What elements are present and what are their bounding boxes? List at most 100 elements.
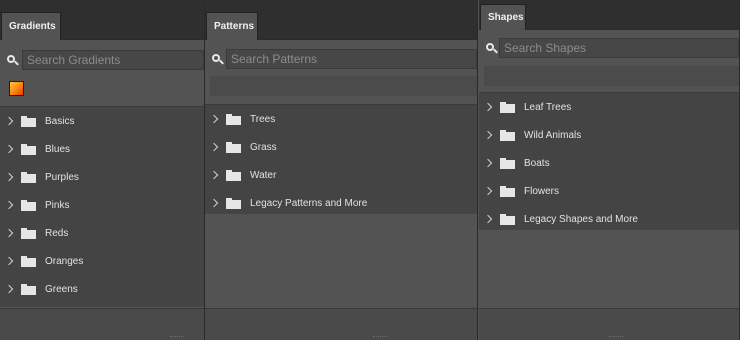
folder-label: Boats xyxy=(524,157,550,169)
folder-label: Legacy Shapes and More xyxy=(524,213,638,225)
chevron-right-icon[interactable] xyxy=(4,144,14,154)
folder-icon xyxy=(21,199,36,211)
folder-icon xyxy=(500,213,515,225)
chevron-right-icon[interactable] xyxy=(4,284,14,294)
list-item[interactable]: Oranges xyxy=(0,247,204,275)
folder-icon xyxy=(21,255,36,267)
gradients-footer xyxy=(0,308,204,340)
list-item[interactable]: Greens xyxy=(0,275,204,303)
shapes-tabbar: Shapes xyxy=(479,0,739,30)
list-item[interactable]: Legacy Patterns and More xyxy=(205,189,477,217)
gradients-tabbar: Gradients xyxy=(0,0,204,40)
patterns-preview-strip xyxy=(210,76,477,96)
folder-label: Basics xyxy=(45,115,75,127)
list-item[interactable]: Purples xyxy=(0,163,204,191)
list-item[interactable]: Leaf Trees xyxy=(479,93,739,121)
resize-grip[interactable] xyxy=(373,336,387,339)
folder-icon xyxy=(21,283,36,295)
folder-label: Greens xyxy=(45,283,78,295)
folder-icon xyxy=(500,185,515,197)
list-item[interactable]: Blues xyxy=(0,135,204,163)
search-gradients-input[interactable]: Search Gradients xyxy=(22,50,204,70)
folder-label: Water xyxy=(250,169,277,181)
resize-grip[interactable] xyxy=(609,336,623,339)
search-gradients-placeholder: Search Gradients xyxy=(27,53,121,67)
patterns-search-row: Search Patterns xyxy=(205,49,477,71)
gradients-folder-list: Basics Blues Purples Pinks Reds Oranges xyxy=(0,106,204,307)
folder-label: Grass xyxy=(250,141,277,153)
chevron-right-icon[interactable] xyxy=(483,158,493,168)
folder-icon xyxy=(21,143,36,155)
patterns-footer xyxy=(205,308,477,340)
patterns-preview-bar xyxy=(205,76,477,96)
search-shapes-input[interactable]: Search Shapes xyxy=(499,38,739,58)
gradients-panel: Gradients Search Gradients Basics Blues … xyxy=(0,0,205,340)
folder-icon xyxy=(226,169,241,181)
search-icon xyxy=(212,54,224,66)
folder-icon xyxy=(226,197,241,209)
chevron-right-icon[interactable] xyxy=(4,256,14,266)
folder-label: Leaf Trees xyxy=(524,101,572,113)
list-item[interactable]: Grass xyxy=(205,133,477,161)
chevron-right-icon[interactable] xyxy=(209,142,219,152)
folder-icon xyxy=(500,129,515,141)
gradient-preview-swatch[interactable] xyxy=(9,81,24,96)
folder-label: Legacy Patterns and More xyxy=(250,197,368,209)
folder-icon xyxy=(21,171,36,183)
chevron-right-icon[interactable] xyxy=(4,228,14,238)
search-shapes-placeholder: Search Shapes xyxy=(504,41,587,55)
resize-grip[interactable] xyxy=(170,336,184,339)
chevron-right-icon[interactable] xyxy=(483,186,493,196)
chevron-right-icon[interactable] xyxy=(209,170,219,180)
list-item[interactable]: Flowers xyxy=(479,177,739,205)
tab-gradients-label: Gradients xyxy=(9,21,56,32)
chevron-right-icon[interactable] xyxy=(483,102,493,112)
chevron-right-icon[interactable] xyxy=(4,200,14,210)
patterns-tabbar: Patterns xyxy=(205,0,477,40)
tab-patterns[interactable]: Patterns xyxy=(206,12,258,40)
list-item[interactable]: Trees xyxy=(205,105,477,133)
shapes-folder-list: Leaf Trees Wild Animals Boats Flowers Le… xyxy=(479,92,739,230)
shapes-preview-bar xyxy=(479,66,739,86)
tab-patterns-label: Patterns xyxy=(214,21,255,32)
list-item[interactable]: Reds xyxy=(0,219,204,247)
folder-label: Oranges xyxy=(45,255,84,267)
folder-label: Trees xyxy=(250,113,276,125)
gradients-search-row: Search Gradients xyxy=(0,50,204,72)
list-item[interactable]: Boats xyxy=(479,149,739,177)
list-item[interactable]: Pinks xyxy=(0,191,204,219)
shapes-panel: Shapes Search Shapes Leaf Trees Wild Ani… xyxy=(479,0,740,340)
folder-label: Wild Animals xyxy=(524,129,582,141)
chevron-right-icon[interactable] xyxy=(4,116,14,126)
folder-label: Blues xyxy=(45,143,71,155)
shapes-search-row: Search Shapes xyxy=(479,38,739,60)
chevron-right-icon[interactable] xyxy=(483,214,493,224)
chevron-right-icon[interactable] xyxy=(4,172,14,182)
folder-label: Flowers xyxy=(524,185,560,197)
list-item[interactable]: Basics xyxy=(0,107,204,135)
folder-icon xyxy=(226,113,241,125)
search-patterns-placeholder: Search Patterns xyxy=(231,52,318,66)
chevron-right-icon[interactable] xyxy=(209,114,219,124)
folder-label: Purples xyxy=(45,171,79,183)
tab-gradients[interactable]: Gradients xyxy=(1,12,61,40)
tab-shapes[interactable]: Shapes xyxy=(480,4,526,30)
folder-icon xyxy=(500,157,515,169)
search-icon xyxy=(486,43,498,55)
list-item[interactable]: Water xyxy=(205,161,477,189)
folder-icon xyxy=(21,115,36,127)
chevron-right-icon[interactable] xyxy=(209,198,219,208)
shapes-footer xyxy=(479,308,739,340)
patterns-panel: Patterns Search Patterns Trees Grass Wat… xyxy=(205,0,478,340)
chevron-right-icon[interactable] xyxy=(483,130,493,140)
patterns-folder-list: Trees Grass Water Legacy Patterns and Mo… xyxy=(205,104,477,214)
list-item[interactable]: Wild Animals xyxy=(479,121,739,149)
search-patterns-input[interactable]: Search Patterns xyxy=(226,49,477,69)
search-icon xyxy=(7,55,19,67)
list-item[interactable]: Legacy Shapes and More xyxy=(479,205,739,233)
folder-label: Pinks xyxy=(45,199,70,211)
tab-shapes-label: Shapes xyxy=(488,12,524,23)
folder-icon xyxy=(500,101,515,113)
folder-icon xyxy=(226,141,241,153)
shapes-preview-strip xyxy=(484,66,739,86)
